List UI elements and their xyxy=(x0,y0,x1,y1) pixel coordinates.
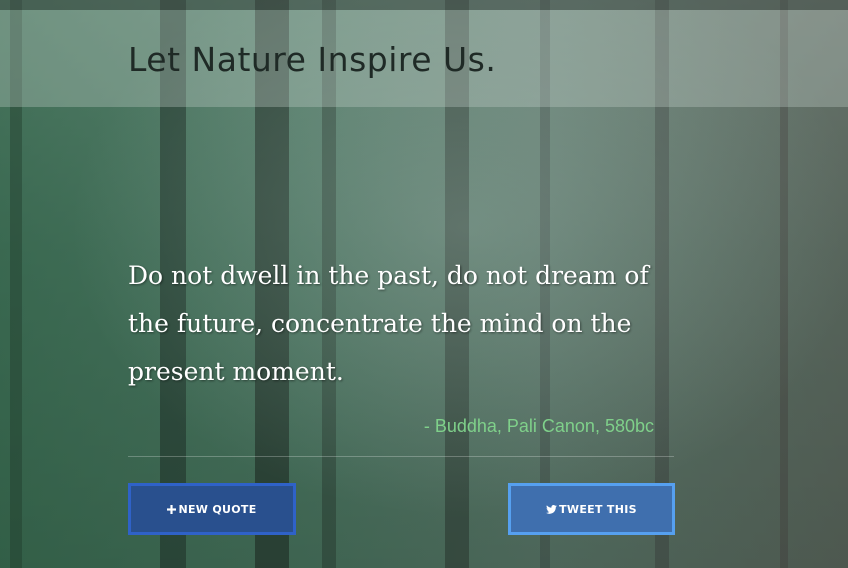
site-header: Let Nature Inspire Us. xyxy=(0,10,848,107)
plus-icon xyxy=(167,504,177,514)
tweet-label: TWEET THIS xyxy=(559,502,637,516)
twitter-icon xyxy=(546,504,558,514)
quote-text: Do not dwell in the past, do not dream o… xyxy=(128,261,649,386)
top-strip xyxy=(0,0,848,10)
new-quote-button[interactable]: NEW QUOTE xyxy=(128,483,296,535)
divider xyxy=(128,456,674,457)
new-quote-label: NEW QUOTE xyxy=(178,502,257,516)
site-title: Let Nature Inspire Us. xyxy=(128,40,497,79)
quote-author: - Buddha, Pali Canon, 580bc xyxy=(423,416,654,436)
tweet-button[interactable]: TWEET THIS xyxy=(508,483,675,535)
